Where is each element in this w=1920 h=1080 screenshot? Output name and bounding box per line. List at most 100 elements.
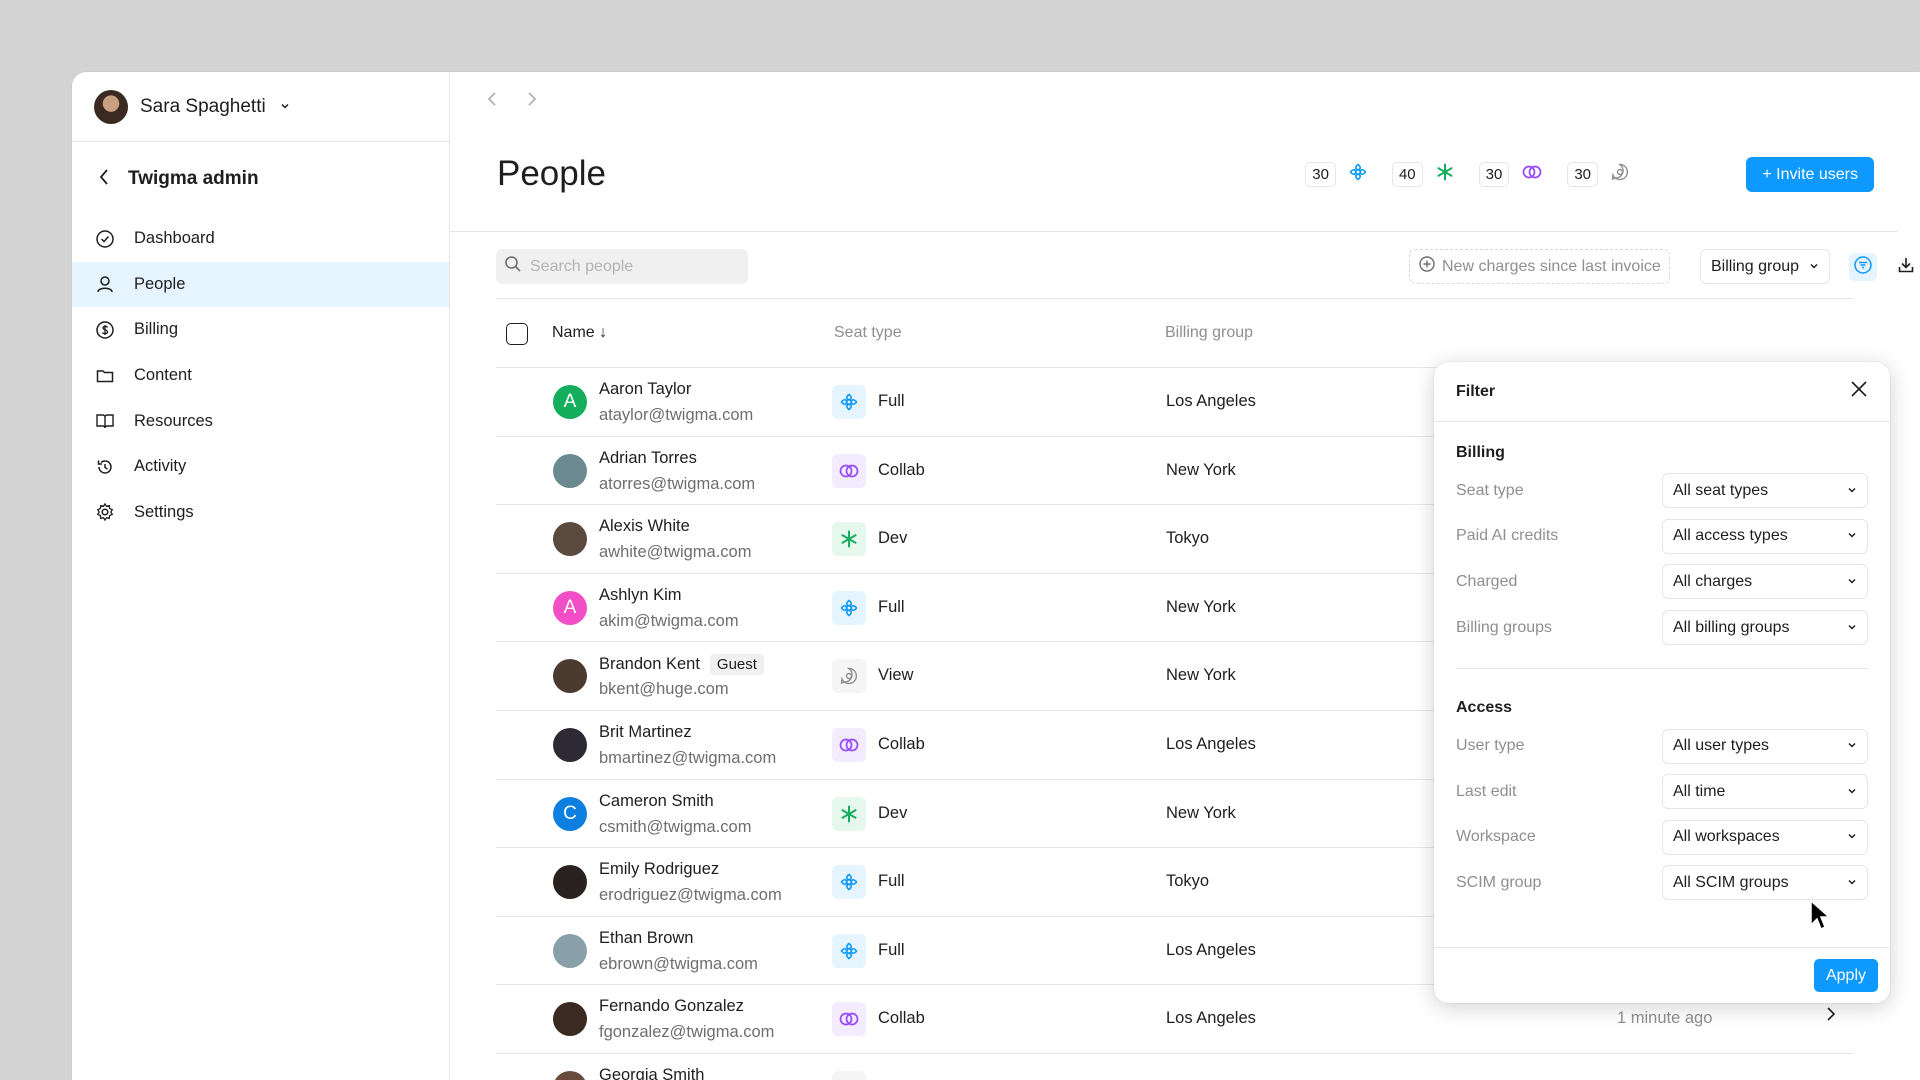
- seat-type: Collab: [878, 734, 925, 753]
- seat-collab-icon: [1521, 163, 1543, 186]
- person-email: bmartinez@twigma.com: [599, 748, 777, 767]
- filter-label: Seat type: [1456, 481, 1524, 499]
- seat-type: Dev: [878, 529, 908, 548]
- chevron-down-icon: [1847, 874, 1857, 892]
- book-icon: [94, 410, 116, 432]
- forward-icon[interactable]: [526, 90, 538, 114]
- seat-count-view: 30: [1567, 162, 1630, 187]
- seat-type: Full: [878, 597, 905, 616]
- download-button[interactable]: [1892, 253, 1920, 281]
- sidebar-item-label: Settings: [134, 502, 194, 521]
- filter-select[interactable]: All time: [1662, 774, 1868, 810]
- filter-label: Last edit: [1456, 782, 1517, 800]
- download-icon: [1896, 255, 1916, 280]
- filter-row-last-edit: Last edit All time: [1434, 769, 1890, 815]
- chevron-down-icon: [1847, 783, 1857, 801]
- admin-title: Twigma admin: [128, 168, 259, 189]
- chevron-down-icon: [280, 100, 290, 114]
- back-icon[interactable]: [486, 90, 498, 114]
- seat-count-value: 30: [1478, 162, 1510, 187]
- avatar: [553, 727, 587, 762]
- sidebar-item-label: Resources: [134, 411, 213, 430]
- filter-button[interactable]: [1849, 253, 1877, 281]
- person-name-cell: Brandon Kent Guest: [599, 654, 764, 676]
- filter-select-value: All workspaces: [1673, 828, 1780, 846]
- person-email: fgonzalez@twigma.com: [599, 1023, 775, 1042]
- billing-group: New York: [1166, 803, 1236, 822]
- billing-group: Los Angeles: [1166, 1009, 1256, 1028]
- filter-select[interactable]: All billing groups: [1662, 610, 1868, 646]
- sidebar-item-people[interactable]: People: [72, 261, 449, 308]
- new-charges-filter-button[interactable]: New charges since last invoice: [1409, 249, 1670, 284]
- filter-select[interactable]: All user types: [1662, 728, 1868, 764]
- seat-collab-icon: [832, 727, 866, 762]
- sidebar-item-settings[interactable]: Settings: [72, 490, 449, 536]
- filter-label: Paid AI credits: [1456, 527, 1559, 545]
- seat-type: Full: [878, 392, 905, 410]
- filter-select[interactable]: All charges: [1662, 564, 1868, 600]
- person-name: Ethan Brown: [599, 928, 694, 947]
- dollar-icon: [94, 319, 116, 341]
- apply-button[interactable]: Apply: [1813, 959, 1878, 992]
- sidebar-item-dashboard[interactable]: Dashboard: [72, 216, 449, 262]
- avatar: [553, 933, 587, 968]
- filter-select[interactable]: All seat types: [1662, 473, 1868, 509]
- sidebar-item-content[interactable]: Content: [72, 353, 449, 399]
- user-switcher[interactable]: Sara Spaghetti: [72, 72, 449, 142]
- group-by-label: Billing group: [1711, 257, 1800, 275]
- person-email: ataylor@twigma.com: [599, 406, 754, 424]
- filter-row-billing-groups: Billing groups All billing groups: [1434, 605, 1890, 651]
- seat-count-dev: 40: [1391, 162, 1455, 187]
- sidebar-item-activity[interactable]: Activity: [72, 444, 449, 490]
- person-email: akim@twigma.com: [599, 611, 739, 630]
- column-seat-type[interactable]: Seat type: [834, 324, 902, 342]
- avatar: A: [553, 385, 587, 419]
- filter-select-value: All user types: [1673, 737, 1770, 755]
- gear-icon: [94, 501, 116, 523]
- filter-row-seat-type: Seat type All seat types: [1434, 468, 1890, 514]
- column-name-label: Name: [552, 324, 595, 341]
- filter-label: Billing groups: [1456, 618, 1553, 636]
- filter-select[interactable]: All workspaces: [1662, 819, 1868, 855]
- filter-row-user-type: User type All user types: [1434, 723, 1890, 769]
- seat-view-icon: [1610, 162, 1630, 187]
- mouse-pointer-icon: [1809, 899, 1831, 936]
- person-name: Alexis White: [599, 517, 690, 536]
- guest-badge: Guest: [709, 654, 764, 676]
- seat-dev-icon: [1435, 162, 1455, 187]
- last-edit: 1 minute ago: [1617, 1009, 1713, 1028]
- group-by-dropdown[interactable]: Billing group: [1700, 249, 1831, 284]
- invite-users-button[interactable]: + Invite users: [1746, 157, 1874, 192]
- close-icon[interactable]: [1850, 380, 1868, 403]
- seat-count-collab: 30: [1478, 162, 1544, 187]
- search-placeholder: Search people: [530, 257, 634, 275]
- charges-label: New charges since last invoice: [1442, 257, 1661, 275]
- filter-select[interactable]: All SCIM groups: [1662, 865, 1868, 901]
- folder-icon: [94, 365, 116, 387]
- sidebar-item-resources[interactable]: Resources: [72, 398, 449, 444]
- app-window: Sara Spaghetti Twigma admin Dashboard Peo…: [72, 72, 1920, 1080]
- chevron-right-icon[interactable]: [1826, 1005, 1836, 1028]
- sidebar-item-label: Content: [134, 366, 192, 385]
- seat-count-value: 40: [1391, 162, 1423, 187]
- seat-type: Dev: [878, 803, 908, 822]
- back-arrow-icon[interactable]: [98, 168, 110, 191]
- billing-group: Tokyo: [1166, 529, 1210, 548]
- table-row[interactable]: Georgia Smith: [496, 1054, 1853, 1080]
- table-header: Name ↓ Seat type Billing group: [496, 298, 1853, 368]
- search-input[interactable]: Search people: [496, 249, 748, 284]
- seat-type: Collab: [878, 1009, 925, 1028]
- person-name-cell: Brit Martinez: [599, 723, 692, 742]
- column-billing-group[interactable]: Billing group: [1165, 324, 1253, 342]
- seat-type: View: [878, 666, 914, 685]
- chevron-down-icon: [1847, 828, 1857, 846]
- column-name[interactable]: Name ↓: [552, 324, 607, 342]
- filter-select[interactable]: All access types: [1662, 518, 1868, 554]
- avatar: A: [553, 590, 587, 625]
- select-all-checkbox[interactable]: [506, 323, 528, 345]
- seat-counts: 30 40 30 30: [1305, 162, 1630, 187]
- filter-select-value: All time: [1673, 782, 1726, 800]
- seat-dev-icon: [832, 796, 866, 831]
- check-circle-icon: [94, 228, 116, 250]
- sidebar-item-billing[interactable]: Billing: [72, 307, 449, 353]
